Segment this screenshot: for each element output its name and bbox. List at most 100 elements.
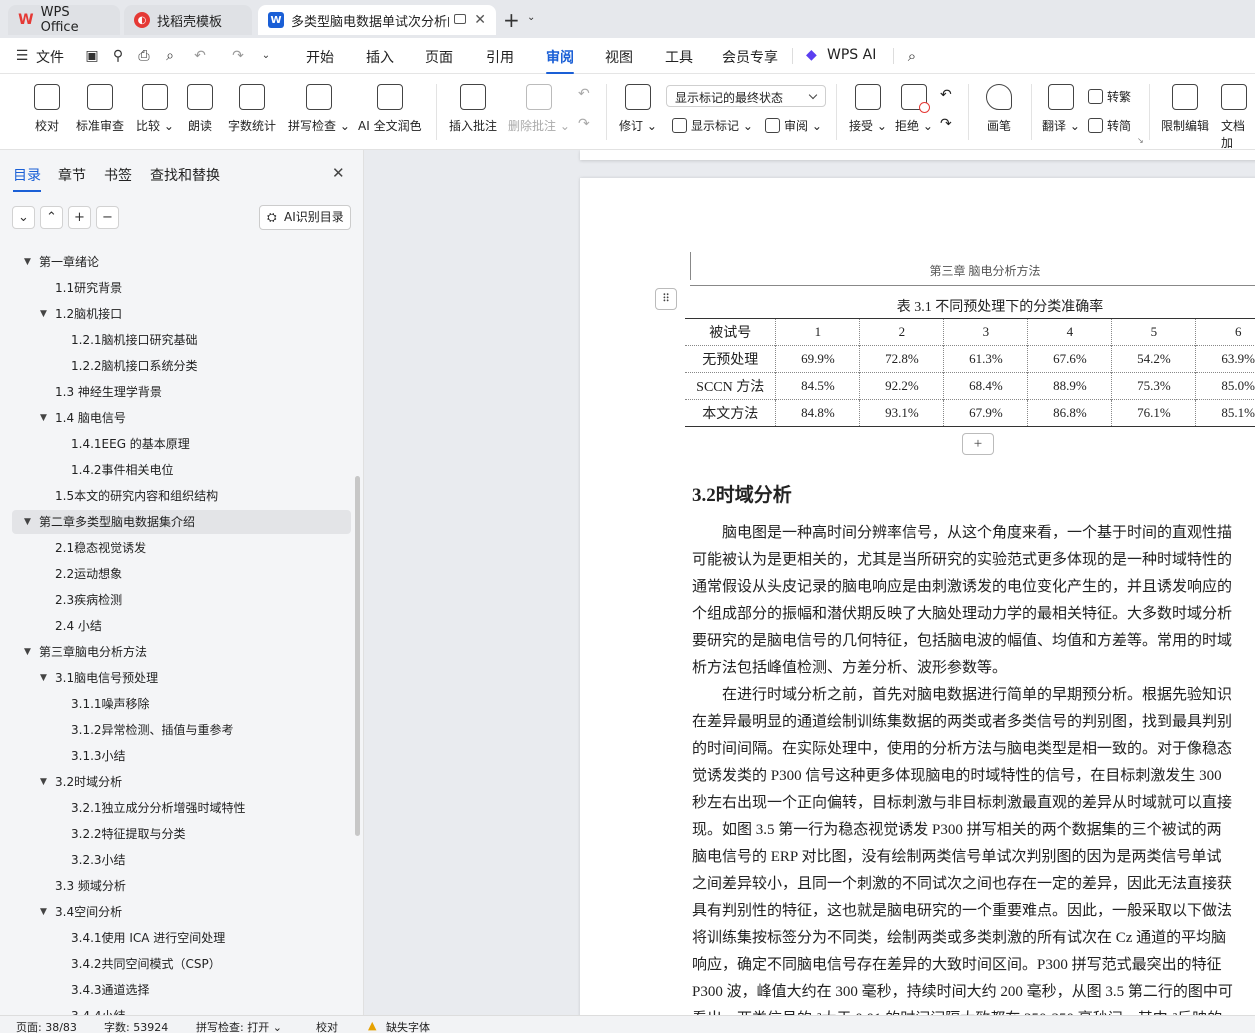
- expand-arrow-icon[interactable]: ▼: [24, 640, 31, 664]
- toc-item[interactable]: ▼ 3.1脑电信号预处理: [12, 666, 351, 690]
- menu-insert[interactable]: 插入: [366, 47, 394, 67]
- document-page[interactable]: 第三章 脑电分析方法 ⠿ 表 3.1 不同预处理下的分类准确率 被试号 1 2 …: [580, 178, 1255, 1015]
- add-heading-icon[interactable]: +: [68, 206, 91, 229]
- track-changes-button[interactable]: 修订 ⌄: [619, 80, 657, 134]
- collapse-all-icon[interactable]: ⌃: [40, 206, 63, 229]
- toc-item[interactable]: 3.4.1使用 ICA 进行空间处理: [12, 926, 351, 950]
- expand-arrow-icon[interactable]: ▼: [24, 510, 31, 534]
- toc-item[interactable]: 1.2.2脑机接口系统分类: [12, 354, 351, 378]
- delete-comment-button[interactable]: 删除批注 ⌄: [508, 80, 570, 134]
- group-expand-icon[interactable]: ↘: [1137, 136, 1144, 145]
- spell-check-indicator[interactable]: 拼写检查: 打开 ⌄: [196, 1019, 282, 1033]
- word-count-button[interactable]: 字数统计: [228, 80, 276, 134]
- tab-current-document[interactable]: W 多类型脑电数据单试次分析的 ✕: [258, 5, 496, 35]
- table-move-handle-icon[interactable]: ⠿: [655, 288, 677, 310]
- remove-heading-icon[interactable]: −: [96, 206, 119, 229]
- menu-membership[interactable]: 会员专享: [722, 47, 778, 67]
- prev-comment-icon[interactable]: ↶: [578, 86, 590, 102]
- to-simplified-button[interactable]: 转简: [1088, 117, 1131, 134]
- toc-item[interactable]: 2.4 小结: [12, 614, 351, 638]
- toc-item[interactable]: ▼ 3.4空间分析: [12, 900, 351, 924]
- toc-item[interactable]: 2.1稳态视觉诱发: [12, 536, 351, 560]
- search-icon[interactable]: ⌕: [904, 48, 920, 64]
- restrict-edit-button[interactable]: 限制编辑: [1161, 80, 1209, 134]
- pen-button[interactable]: 画笔: [986, 80, 1012, 134]
- toc-item[interactable]: ▼ 1.4 脑电信号: [12, 406, 351, 430]
- markup-display-select[interactable]: 显示标记的最终状态: [666, 85, 826, 107]
- toc-item[interactable]: 3.1.2异常检测、插值与重参考: [12, 718, 351, 742]
- toc-item[interactable]: 3.2.1独立成分分析增强时域特性: [12, 796, 351, 820]
- ai-toc-button[interactable]: ⛭ AI识别目录: [259, 205, 351, 230]
- menu-wps-ai[interactable]: WPS AI: [827, 47, 876, 63]
- nav-scrollbar[interactable]: [355, 476, 360, 836]
- read-aloud-button[interactable]: 朗读: [187, 80, 213, 134]
- toc-item[interactable]: 3.1.1噪声移除: [12, 692, 351, 716]
- menu-tools[interactable]: 工具: [665, 47, 693, 67]
- standard-review-button[interactable]: 标准审查: [76, 80, 124, 134]
- accuracy-table[interactable]: 被试号 1 2 3 4 5 6 无预处理 69.9% 72.8% 61.3% 6…: [685, 318, 1255, 427]
- expand-arrow-icon[interactable]: ▼: [40, 900, 47, 924]
- show-markup-button[interactable]: 显示标记 ⌄: [672, 117, 753, 134]
- toc-item[interactable]: 3.1.3小结: [12, 744, 351, 768]
- toc-item[interactable]: 1.5本文的研究内容和组织结构: [12, 484, 351, 508]
- nav-tab-toc[interactable]: 目录: [13, 165, 41, 192]
- translate-button[interactable]: 翻译 ⌄: [1042, 80, 1080, 134]
- next-change-icon[interactable]: ↷: [940, 116, 952, 132]
- proofread-button[interactable]: 校对: [34, 80, 60, 134]
- add-table-row-icon[interactable]: +: [962, 433, 994, 455]
- toc-item[interactable]: 3.4.3通道选择: [12, 978, 351, 1002]
- expand-arrow-icon[interactable]: ▼: [40, 666, 47, 690]
- toc-item[interactable]: 1.4.2事件相关电位: [12, 458, 351, 482]
- toc-item[interactable]: 1.2.1脑机接口研究基础: [12, 328, 351, 352]
- new-tab-icon[interactable]: +: [503, 8, 520, 32]
- menu-file[interactable]: 文件: [36, 47, 64, 67]
- expand-arrow-icon[interactable]: ▼: [40, 302, 47, 326]
- undo-icon[interactable]: ↶: [192, 48, 208, 64]
- expand-arrow-icon[interactable]: ▼: [24, 250, 31, 274]
- insert-comment-button[interactable]: 插入批注: [449, 80, 497, 134]
- toc-item[interactable]: 3.3 频域分析: [12, 874, 351, 898]
- prev-change-icon[interactable]: ↶: [940, 87, 952, 103]
- toc-item[interactable]: 1.4.1EEG 的基本原理: [12, 432, 351, 456]
- page-indicator[interactable]: 页面: 38/83: [16, 1019, 77, 1033]
- expand-all-icon[interactable]: ⌄: [12, 206, 35, 229]
- menu-view[interactable]: 视图: [605, 47, 633, 67]
- more-chevron-icon[interactable]: ⌄: [258, 48, 274, 64]
- expand-arrow-icon[interactable]: ▼: [40, 770, 47, 794]
- menu-review[interactable]: 审阅: [546, 47, 574, 74]
- toc-item[interactable]: ▼ 第一章绪论: [12, 250, 351, 274]
- next-comment-icon[interactable]: ↷: [578, 116, 590, 132]
- review-pane-button[interactable]: 审阅 ⌄: [765, 117, 822, 134]
- toc-item[interactable]: 3.2.2特征提取与分类: [12, 822, 351, 846]
- missing-font-indicator[interactable]: 缺失字体: [386, 1019, 430, 1033]
- toc-item[interactable]: 2.3疾病检测: [12, 588, 351, 612]
- proof-indicator[interactable]: 校对: [316, 1019, 338, 1033]
- tab-wps-office[interactable]: W WPS Office: [8, 5, 120, 35]
- redo-icon[interactable]: ↷: [230, 48, 246, 64]
- menu-references[interactable]: 引用: [486, 47, 514, 67]
- spell-check-button[interactable]: 拼写检查 ⌄: [288, 80, 350, 134]
- print-icon[interactable]: ⎙: [136, 48, 152, 64]
- toc-item[interactable]: 1.1研究背景: [12, 276, 351, 300]
- toc-item[interactable]: 1.3 神经生理学背景: [12, 380, 351, 404]
- tab-list-chevron-icon[interactable]: ⌄: [527, 12, 535, 23]
- nav-tab-find-replace[interactable]: 查找和替换: [150, 165, 220, 185]
- expand-arrow-icon[interactable]: ▼: [40, 406, 47, 430]
- print-preview-icon[interactable]: ⌕: [162, 48, 178, 64]
- toc-item[interactable]: ▼ 3.2时域分析: [12, 770, 351, 794]
- toc-item[interactable]: 2.2运动想象: [12, 562, 351, 586]
- hamburger-icon[interactable]: ☰: [14, 48, 30, 64]
- toc-item[interactable]: 3.2.3小结: [12, 848, 351, 872]
- tab-docer-templates[interactable]: ◐ 找稻壳模板: [124, 5, 252, 35]
- share-icon[interactable]: ⚲: [110, 48, 126, 64]
- screen-icon[interactable]: [454, 14, 466, 24]
- reject-button[interactable]: 拒绝 ⌄: [895, 80, 933, 134]
- ai-polish-button[interactable]: AI 全文润色: [358, 80, 422, 134]
- toc-item[interactable]: ▼ 第三章脑电分析方法: [12, 640, 351, 664]
- compare-button[interactable]: 比较 ⌄: [136, 80, 174, 134]
- to-traditional-button[interactable]: 转繁: [1088, 88, 1131, 105]
- toc-item[interactable]: 3.4.2共同空间模式（CSP）: [12, 952, 351, 976]
- toc-item[interactable]: ▼ 第二章多类型脑电数据集介绍: [12, 510, 351, 534]
- nav-tab-sections[interactable]: 章节: [58, 165, 86, 185]
- close-pane-icon[interactable]: ✕: [332, 164, 345, 182]
